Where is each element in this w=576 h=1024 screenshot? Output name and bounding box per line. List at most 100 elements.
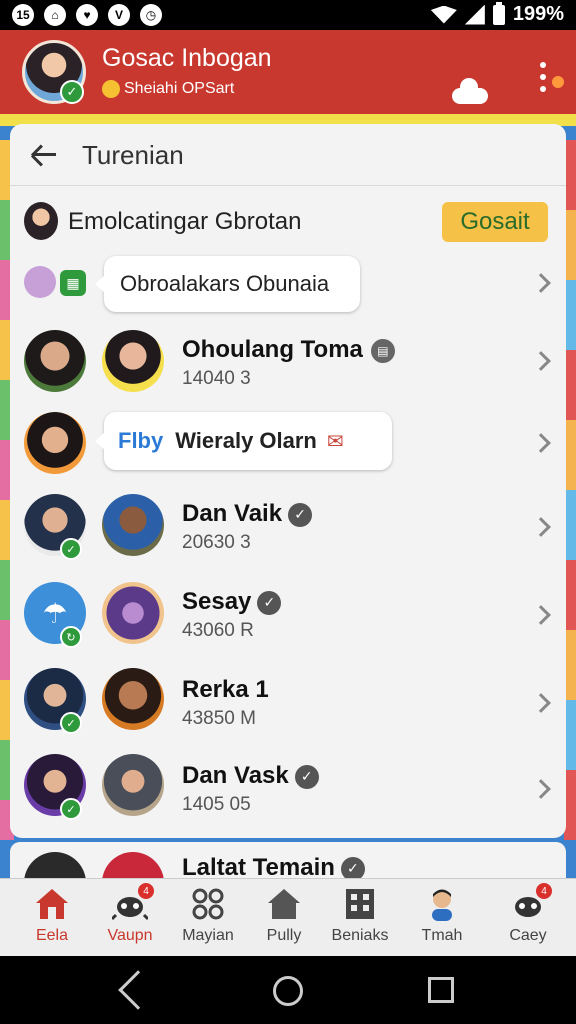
notification-dot — [552, 76, 564, 88]
nav-item-mayian[interactable]: Mayian — [168, 879, 248, 957]
avatar — [102, 494, 164, 556]
contact-name-text: Dan Vaik — [182, 500, 283, 527]
nav-label: Mayian — [182, 927, 234, 944]
list-item[interactable]: ▦ Obroalakars Obunaia — [10, 256, 566, 312]
contact-name-text: Dan Vask — [182, 762, 289, 789]
message-bubble[interactable]: Obroalakars Obunaia — [95, 256, 360, 312]
list-item[interactable]: Ohoulang Toma ▤ 14040 3 — [10, 320, 566, 404]
system-navigation-bar — [0, 956, 576, 1024]
nav-item-vaupn[interactable]: 4 Vaupn — [90, 879, 170, 957]
avatar — [102, 330, 164, 392]
list-item-partial[interactable]: Laltat Temain ✓ — [10, 842, 566, 882]
group-action-button[interactable]: Gosait — [442, 202, 548, 242]
chevron-right-icon — [531, 433, 551, 453]
status-bar: 15 ⌂ ♥ V ◷ 199% — [0, 0, 576, 30]
list-item[interactable]: Flby Wieraly Olarn ✉ — [10, 406, 566, 482]
nav-item-tmah[interactable]: Tmah — [402, 879, 482, 957]
chevron-right-icon — [531, 517, 551, 537]
home-notification-icon: ⌂ — [44, 4, 66, 26]
bubble-prefix: Flby — [118, 428, 164, 453]
verified-icon: ✓ — [288, 502, 313, 527]
group-name: Emolcatingar Gbrotan — [68, 208, 302, 235]
battery-icon — [492, 1, 505, 25]
nav-item-pully[interactable]: Pully — [244, 879, 324, 957]
contact-name: Sesay ✓ — [182, 588, 282, 616]
verified-check-icon: ↻ — [60, 626, 82, 648]
more-menu-icon[interactable] — [532, 50, 554, 104]
nav-label: Vaupn — [107, 927, 153, 944]
contact-name-text: Laltat Temain — [182, 854, 335, 881]
message-icon: ▤ — [370, 338, 395, 363]
group-header-row[interactable]: Emolcatingar Gbrotan Gosait — [10, 194, 566, 250]
contact-name: Dan Vaik ✓ — [182, 500, 313, 528]
avatar — [24, 266, 56, 298]
avatar — [24, 330, 86, 392]
avatar — [102, 582, 164, 644]
chevron-right-icon — [531, 779, 551, 799]
home-circle-icon[interactable] — [273, 976, 303, 1006]
nav-label: Pully — [266, 927, 302, 944]
app-bar: ✓ Gosac Inbogan Sheiahi OPSart — [0, 30, 576, 114]
contact-detail: 14040 3 — [182, 368, 251, 389]
house-icon — [268, 889, 300, 919]
chevron-right-icon — [531, 693, 551, 713]
notification-badge: 4 — [536, 883, 552, 899]
panel-title: Turenian — [82, 140, 184, 170]
contact-name: Ohoulang Toma ▤ — [182, 336, 395, 364]
notification-icons: 15 ⌂ ♥ V ◷ — [12, 4, 162, 26]
cloud-shape — [460, 78, 478, 96]
group-avatar — [24, 202, 58, 240]
chevron-right-icon — [531, 351, 551, 371]
nav-label: Eela — [35, 927, 69, 944]
verified-check-icon: ✓ — [60, 80, 84, 104]
chat-list-panel: Turenian Emolcatingar Gbrotan Gosait ▦ O… — [10, 124, 566, 838]
contact-detail: 43060 R — [182, 620, 254, 641]
verified-icon: ✓ — [294, 764, 319, 789]
wifi-icon — [430, 5, 457, 24]
notification-badge-icon: 15 — [12, 4, 34, 26]
bubble-text: Wieraly Olarn — [175, 428, 317, 453]
recents-icon[interactable] — [428, 977, 454, 1003]
avatar — [102, 668, 164, 730]
status-time: 199% — [512, 3, 564, 25]
notification-badge: 4 — [138, 883, 154, 899]
verified-check-icon: ✓ — [60, 798, 82, 820]
nav-label: Beniaks — [331, 927, 389, 944]
back-icon[interactable] — [118, 970, 158, 1010]
contact-name-text: Ohoulang Toma — [182, 336, 363, 363]
chevron-right-icon — [531, 605, 551, 625]
chevron-right-icon — [531, 273, 551, 293]
app-title: Gosac Inbogan — [102, 44, 272, 72]
bubble-text: Obroalakars Obunaia — [120, 271, 330, 296]
nav-label: Tmah — [421, 927, 463, 944]
list-item[interactable]: ✓ Dan Vask ✓ 1405 05 — [10, 748, 566, 832]
avatar — [24, 412, 86, 474]
building-icon — [346, 889, 374, 919]
contact-detail: 1405 05 — [182, 794, 251, 815]
weather-cloud-icon[interactable] — [452, 78, 488, 104]
system-status: 199% — [430, 1, 564, 26]
list-item[interactable]: ☂ ↻ Sesay ✓ 43060 R — [10, 574, 566, 658]
emoji-icon — [102, 80, 120, 98]
nav-label: Caey — [509, 927, 547, 944]
back-arrow-icon[interactable] — [30, 140, 58, 168]
nav-item-caey[interactable]: 4 Caey — [488, 879, 568, 957]
heart-notification-icon: ♥ — [76, 4, 98, 26]
clock-notification-icon: ◷ — [140, 4, 162, 26]
list-item[interactable]: ✓ Rerka 1 43850 M — [10, 662, 566, 746]
contact-detail: 20630 3 — [182, 532, 251, 553]
contact-name-text: Sesay — [182, 588, 252, 615]
message-bubble[interactable]: Flby Wieraly Olarn ✉ — [95, 412, 392, 470]
contact-detail: 43850 M — [182, 708, 256, 729]
home-icon — [36, 889, 68, 919]
nav-item-beniaks[interactable]: Beniaks — [320, 879, 400, 957]
person-icon — [432, 889, 452, 921]
list-item[interactable]: ✓ Dan Vaik ✓ 20630 3 — [10, 486, 566, 570]
grid-circles-icon — [192, 888, 224, 920]
panel-header: Turenian — [10, 124, 566, 186]
gift-icon: ▦ — [60, 270, 86, 296]
contact-name: Dan Vask ✓ — [182, 762, 319, 790]
avatar — [102, 754, 164, 816]
verified-check-icon: ✓ — [60, 538, 82, 560]
nav-item-home[interactable]: Eela — [12, 879, 92, 957]
